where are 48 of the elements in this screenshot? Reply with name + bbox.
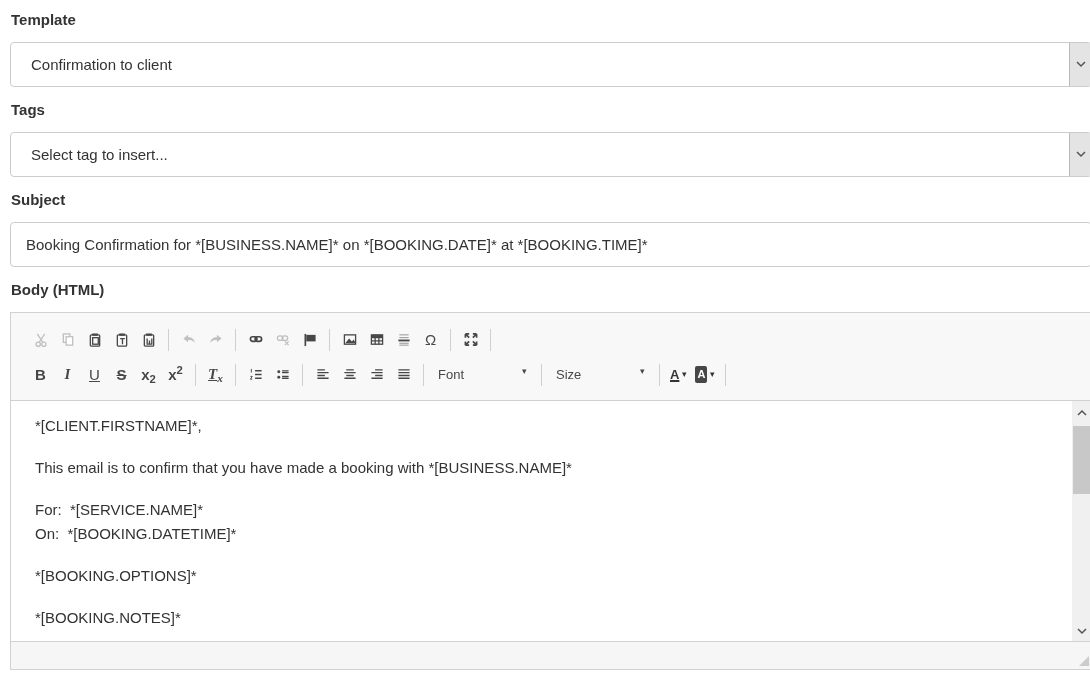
body-text-line: For: *[SERVICE.NAME]* bbox=[35, 501, 204, 518]
body-text-line: *[BOOKING.OPTIONS]* bbox=[35, 567, 197, 584]
subject-field[interactable]: Booking Confirmation for *[BUSINESS.NAME]* on *[BOOKING.DATE]* at *[BOOKING.TIME]* bbox=[10, 222, 1090, 267]
strikethrough-button[interactable]: S bbox=[108, 362, 135, 387]
maximize-icon bbox=[463, 332, 478, 347]
scrollbar[interactable] bbox=[1072, 401, 1090, 641]
remove-format-button[interactable]: T$_{x}$ bbox=[202, 362, 229, 387]
bold-button[interactable]: B bbox=[27, 362, 54, 387]
field-label: Tags bbox=[11, 101, 45, 119]
italic-button[interactable]: I bbox=[54, 362, 81, 387]
superscript-button[interactable]: x$^{2}$ bbox=[162, 362, 189, 387]
chevron-down-icon bbox=[1077, 628, 1087, 635]
body-text-line: This email is to confirm that you have made a booking with *[BUSINESS.NAME]* bbox=[35, 459, 572, 476]
chevron-up-icon bbox=[1077, 409, 1087, 416]
table-icon bbox=[369, 332, 384, 347]
clipboard-icon bbox=[114, 332, 129, 347]
bulleted-list-icon bbox=[275, 367, 290, 382]
chevron-down-icon bbox=[1075, 151, 1086, 158]
body-text-line: *[CLIENT.FIRSTNAME]*, bbox=[35, 417, 202, 434]
background-color-button[interactable]: A ▾ bbox=[691, 366, 720, 383]
field-label: Subject bbox=[11, 191, 66, 209]
align-left-icon bbox=[315, 367, 330, 382]
flag-icon bbox=[302, 332, 317, 347]
image-icon bbox=[342, 332, 357, 347]
tag-select[interactable]: Select tag to insert... bbox=[10, 132, 1090, 177]
template-select[interactable]: Confirmation to client bbox=[10, 42, 1090, 87]
horizontal-rule-icon bbox=[396, 332, 411, 347]
unlink-icon bbox=[275, 332, 290, 347]
align-center-icon bbox=[342, 367, 357, 382]
scissors-icon bbox=[33, 332, 48, 347]
toolbar-dropdown[interactable]: Size ▾ bbox=[548, 364, 653, 385]
toolbar-dropdown[interactable]: Font ▾ bbox=[430, 364, 535, 385]
clipboard-icon bbox=[141, 332, 156, 347]
special-character-button[interactable]: Ω bbox=[417, 327, 444, 352]
underline-button[interactable]: U bbox=[81, 362, 108, 387]
align-justify-icon bbox=[396, 367, 411, 382]
subscript-button[interactable]: x$_{2}$ bbox=[135, 362, 162, 387]
clipboard-icon bbox=[87, 332, 102, 347]
field-label: Template bbox=[11, 11, 76, 29]
body-text-line: On: *[BOOKING.DATETIME]* bbox=[35, 525, 237, 542]
text-color-button[interactable]: A ▾ bbox=[666, 364, 692, 385]
field-label: Body (HTML) bbox=[11, 281, 105, 299]
body-text-line: *[BOOKING.NOTES]* bbox=[35, 609, 181, 626]
copy-icon bbox=[60, 332, 75, 347]
numbered-list-icon bbox=[248, 367, 263, 382]
align-right-icon bbox=[369, 367, 384, 382]
chevron-down-icon bbox=[1075, 61, 1086, 68]
editor-content[interactable]: *[CLIENT.FIRSTNAME]*, This email is to confirm that you have made a booking with *[BUSINESS.NAME]* For: *[SERVICE.NAME]* On: *[BOOKING.DATETIME]* *[BOOKING.OPTIONS]* *[BOOKING.NOTES]* bbox=[11, 401, 1072, 641]
